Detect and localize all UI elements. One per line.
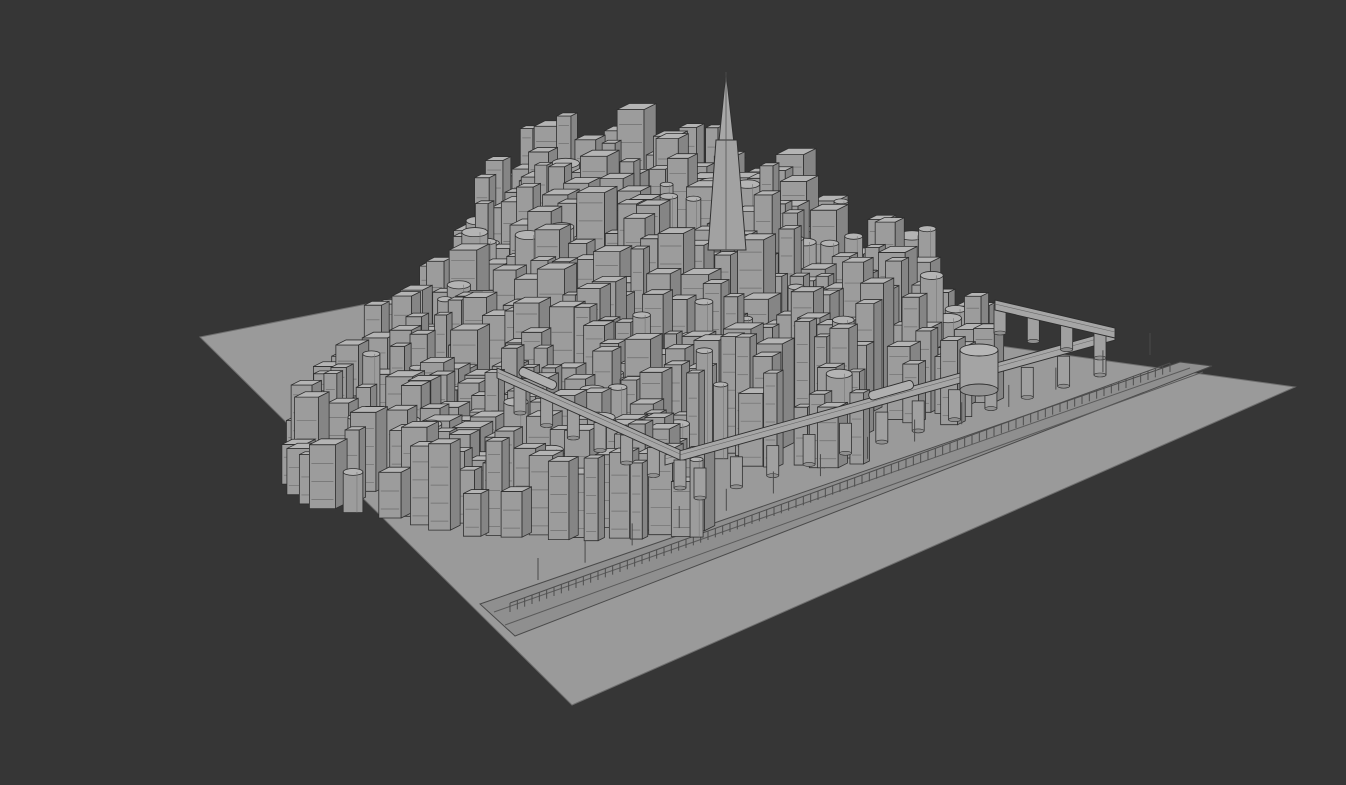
city-scene <box>198 71 1297 706</box>
3d-viewport[interactable] <box>0 0 1346 785</box>
